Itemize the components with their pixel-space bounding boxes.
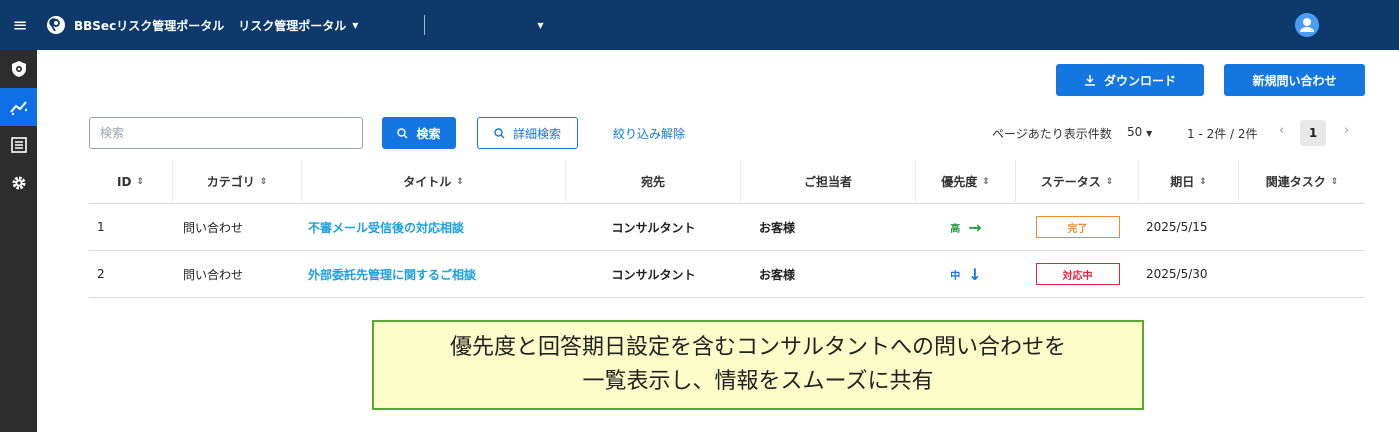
sidebar <box>0 50 37 432</box>
inquiry-table: ID ⇕ カテゴリ ⇕ タイトル ⇕ 宛先 ご担当者 優先度 ⇕ ステータス ⇕ 期日 ⇕ … <box>89 159 1365 298</box>
table-header: ID ⇕ カテゴリ ⇕ タイトル ⇕ 宛先 ご担当者 優先度 ⇕ ステータス ⇕ 期日 ⇕ … <box>89 159 1365 204</box>
sort-icon[interactable]: ⇕ <box>1106 177 1114 187</box>
portal-select-label: リスク管理ポータル <box>238 18 347 33</box>
column-header-label: 優先度 <box>941 175 978 189</box>
per-page-label: ページあたり表示件数 <box>992 127 1112 141</box>
status-badge: 完了 <box>1035 216 1120 238</box>
cell-owner: お客様 <box>759 220 796 235</box>
search-button[interactable]: 検索 <box>382 117 456 149</box>
chevron-down-icon: ▼ <box>1146 129 1153 138</box>
download-button-label: ダウンロード <box>1103 73 1176 88</box>
cell-status: 対応中 <box>1016 251 1139 298</box>
column-header-label: ご担当者 <box>803 175 852 189</box>
main-content: ダウンロード 新規問い合わせ 検索 詳細検索 絞り込み解除 ページあたり表示件数… <box>37 50 1399 432</box>
column-header-label: ID <box>117 174 132 189</box>
column-header-label: ステータス <box>1040 175 1101 189</box>
chevron-right-icon[interactable]: › <box>1344 123 1349 138</box>
per-page-value: 50 <box>1127 125 1143 139</box>
per-page-select[interactable]: 50 ▼ <box>1127 125 1152 139</box>
app-title: BBSecリスク管理ポータル <box>74 18 225 33</box>
chevron-down-icon[interactable]: ▼ <box>537 21 543 30</box>
download-button[interactable]: ダウンロード <box>1056 64 1204 96</box>
search-icon <box>494 127 505 138</box>
column-header-label: 関連タスク <box>1265 175 1326 189</box>
cell-category: 問い合わせ <box>183 220 244 235</box>
sort-icon[interactable]: ⇕ <box>982 177 990 187</box>
table-row[interactable]: 2 問い合わせ 外部委託先管理に関するご相談 コンサルタント お客様 中 ↓ 対… <box>89 251 1365 298</box>
inquiry-title-link[interactable]: 外部委託先管理に関するご相談 <box>308 266 476 283</box>
sort-icon[interactable]: ⇕ <box>260 177 268 187</box>
arrow-right-icon: → <box>968 217 982 237</box>
column-header-label: カテゴリ <box>206 175 255 189</box>
cell-id: 1 <box>97 220 105 234</box>
clear-filter-link[interactable]: 絞り込み解除 <box>613 125 685 142</box>
column-header-owner: ご担当者 <box>741 159 916 204</box>
sidebar-item-inquiries[interactable] <box>0 88 37 126</box>
callout-line-1: 優先度と回答期日設定を含むコンサルタントへの問い合わせを <box>449 335 1066 360</box>
cell-title: 不審メール受信後の対応相談 <box>302 204 566 251</box>
advanced-search-button-label: 詳細検索 <box>512 126 561 141</box>
column-header-due-date[interactable]: 期日 ⇕ <box>1139 159 1239 204</box>
sort-icon[interactable]: ⇕ <box>136 177 144 187</box>
new-inquiry-button[interactable]: 新規問い合わせ <box>1224 64 1365 96</box>
cell-category: 問い合わせ <box>183 267 244 282</box>
search-input[interactable] <box>89 117 363 149</box>
feature-callout: 優先度と回答期日設定を含むコンサルタントへの問い合わせを 一覧表示し、情報をスム… <box>372 320 1144 410</box>
column-header-recipient: 宛先 <box>566 159 741 204</box>
column-header-id[interactable]: ID ⇕ <box>89 159 173 204</box>
column-header-label: 期日 <box>1170 175 1195 189</box>
cell-id: 2 <box>97 267 105 281</box>
column-header-status[interactable]: ステータス ⇕ <box>1016 159 1139 204</box>
search-icon <box>397 127 408 138</box>
column-header-label: 宛先 <box>640 175 665 189</box>
portal-select[interactable]: リスク管理ポータル ▼ <box>238 17 358 34</box>
sidebar-item-security[interactable] <box>0 50 37 88</box>
chevron-left-icon[interactable]: ‹ <box>1279 123 1284 138</box>
table-row[interactable]: 1 問い合わせ 不審メール受信後の対応相談 コンサルタント お客様 高 → 完了… <box>89 204 1365 251</box>
header-divider <box>424 15 426 35</box>
inquiry-title-link[interactable]: 不審メール受信後の対応相談 <box>308 219 464 236</box>
gear-icon <box>12 176 25 190</box>
advanced-search-button[interactable]: 詳細検索 <box>477 117 578 149</box>
sort-icon[interactable]: ⇕ <box>1331 177 1339 187</box>
arrow-down-icon: ↓ <box>968 264 982 284</box>
sort-icon[interactable]: ⇕ <box>1199 177 1207 187</box>
hamburger-menu-icon[interactable]: ≡ <box>0 0 40 50</box>
chevron-down-icon: ▼ <box>352 20 359 30</box>
column-header-priority[interactable]: 優先度 ⇕ <box>916 159 1016 204</box>
cell-priority: 中 ↓ <box>916 251 1016 298</box>
pagination-current-page[interactable]: 1 <box>1300 120 1326 146</box>
column-header-category[interactable]: カテゴリ ⇕ <box>173 159 302 204</box>
priority-label: 中 <box>950 270 961 282</box>
cell-status: 完了 <box>1016 204 1139 251</box>
cell-recipient: コンサルタント <box>611 267 696 282</box>
list-icon <box>10 137 27 153</box>
bbsec-logo-icon <box>47 16 65 34</box>
search-button-label: 検索 <box>416 126 441 141</box>
shield-icon <box>11 61 26 77</box>
sidebar-item-list[interactable] <box>0 126 37 164</box>
new-inquiry-button-label: 新規問い合わせ <box>1252 73 1337 88</box>
sidebar-item-settings[interactable] <box>0 164 37 202</box>
user-avatar-icon[interactable] <box>1295 13 1319 37</box>
callout-line-2: 一覧表示し、情報をスムーズに共有 <box>582 369 934 394</box>
cell-related-task <box>1239 204 1365 251</box>
chart-line-icon <box>9 101 27 116</box>
top-bar: ≡ BBSecリスク管理ポータル リスク管理ポータル ▼ ▼ <box>0 0 1399 50</box>
cell-title: 外部委託先管理に関するご相談 <box>302 251 566 298</box>
cell-priority: 高 → <box>916 204 1016 251</box>
pagination-range: 1 - 2件 / 2件 <box>1187 127 1258 141</box>
cell-due-date: 2025/5/30 <box>1146 267 1208 281</box>
cell-related-task <box>1239 251 1365 298</box>
cell-owner: お客様 <box>759 267 796 282</box>
download-icon <box>1084 75 1095 86</box>
priority-label: 高 <box>950 223 961 235</box>
column-header-title[interactable]: タイトル ⇕ <box>302 159 566 204</box>
cell-recipient: コンサルタント <box>611 220 696 235</box>
column-header-label: タイトル <box>403 175 452 189</box>
cell-due-date: 2025/5/15 <box>1146 220 1208 234</box>
sort-icon[interactable]: ⇕ <box>456 177 464 187</box>
status-badge: 対応中 <box>1035 263 1120 285</box>
column-header-related-task[interactable]: 関連タスク ⇕ <box>1239 160 1365 204</box>
